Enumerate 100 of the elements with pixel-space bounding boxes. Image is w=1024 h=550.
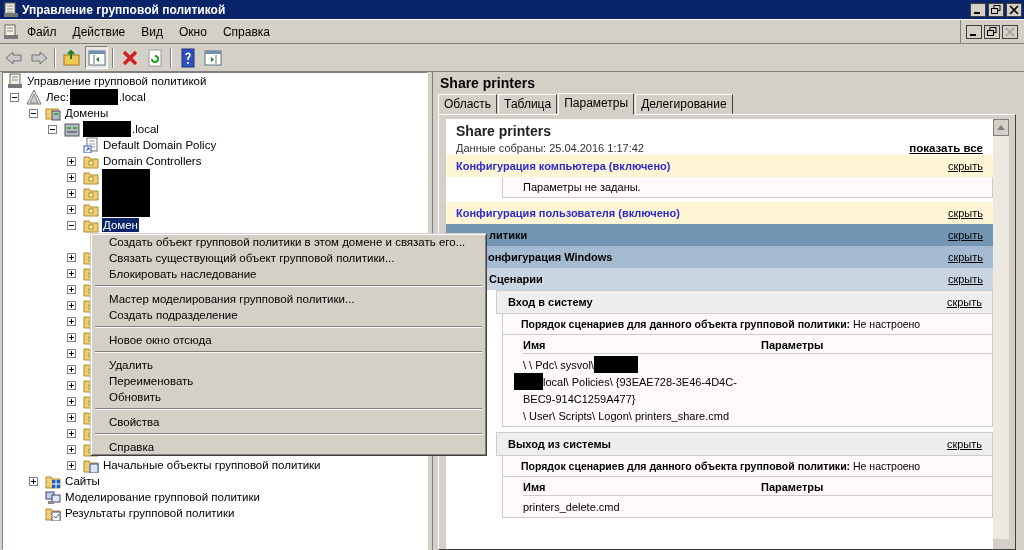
tree-item-label[interactable]: .local xyxy=(131,122,160,136)
expand-icon[interactable] xyxy=(67,172,76,182)
folder-report-icon[interactable] xyxy=(45,505,61,521)
folder-up-icon[interactable] xyxy=(61,47,82,68)
close-icon[interactable] xyxy=(1006,2,1022,17)
app-icon xyxy=(3,1,19,18)
section-title: Сценарии xyxy=(489,273,543,285)
folder-server-icon[interactable] xyxy=(45,105,61,121)
tab[interactable]: Таблица xyxy=(498,94,558,114)
tab[interactable]: Область xyxy=(438,94,498,114)
menu-item[interactable]: Вид xyxy=(133,24,171,39)
expand-icon[interactable] xyxy=(67,252,76,262)
tree-item-label[interactable]: Результаты групповой политики xyxy=(64,506,236,520)
context-menu-item[interactable]: Блокировать наследование xyxy=(94,266,483,282)
redaction-block xyxy=(593,356,638,373)
context-menu-item[interactable]: Новое окно отсюда xyxy=(94,332,483,348)
menu-item[interactable]: Файл xyxy=(19,24,65,39)
section-title: Выход из системы xyxy=(508,438,611,450)
tree-item-label[interactable]: Domain Controllers xyxy=(102,154,203,168)
script-path-text: printers_delete.cmd xyxy=(523,500,620,513)
context-menu-item[interactable]: Мастер моделирования групповой политики... xyxy=(94,291,483,307)
script-order-text: Порядок сценариев для данного объекта групповой политики: Не настроено xyxy=(503,456,992,477)
context-menu-item[interactable]: Создать объект групповой политики в этом домене и связать его... xyxy=(94,234,483,250)
minimize-icon[interactable] xyxy=(966,24,982,39)
context-menu-item[interactable]: Справка xyxy=(94,439,483,455)
expand-icon[interactable] xyxy=(67,284,76,294)
context-menu-item[interactable]: Свойства xyxy=(94,414,483,430)
folder-grid-icon[interactable] xyxy=(45,473,61,489)
tab[interactable]: Делегирование xyxy=(635,94,733,114)
expand-icon[interactable] xyxy=(67,204,76,214)
collapse-icon[interactable] xyxy=(48,124,57,134)
tree-item-label[interactable]: Управление групповой политикой xyxy=(26,74,208,88)
server-icon[interactable] xyxy=(64,121,80,137)
hide-link[interactable]: скрыть xyxy=(947,229,983,241)
collapse-icon[interactable] xyxy=(10,92,19,102)
column-header: Имя xyxy=(523,339,547,351)
close-icon[interactable] xyxy=(1002,24,1018,39)
redaction-block xyxy=(83,121,131,137)
tree-item-label[interactable]: Default Domain Policy xyxy=(102,138,218,152)
column-header: Параметры xyxy=(761,481,824,493)
expand-icon[interactable] xyxy=(67,316,76,326)
settings-note: Параметры не заданы. xyxy=(502,177,993,198)
expand-icon[interactable] xyxy=(67,348,76,358)
expand-icon[interactable] xyxy=(67,188,76,198)
menu-item[interactable]: Действие xyxy=(64,24,134,39)
action-pane-icon[interactable] xyxy=(202,47,223,68)
collapse-icon[interactable] xyxy=(67,220,76,230)
menu-item[interactable]: Справка xyxy=(214,24,278,39)
expand-icon[interactable] xyxy=(67,364,76,374)
redaction-block xyxy=(514,373,543,390)
expand-icon[interactable] xyxy=(67,156,76,166)
context-menu-item[interactable]: Создать подразделение xyxy=(94,307,483,323)
hide-link[interactable]: скрыть xyxy=(946,438,982,450)
tree-item-label[interactable]: Начальные объекты групповой политики xyxy=(102,458,322,472)
tree-item-label[interactable]: Лес: xyxy=(45,90,70,104)
script-path-text: BEC9-914C1259A477} xyxy=(523,392,636,405)
section-title: Конфигурация пользователя (включено) xyxy=(456,207,680,219)
expand-icon[interactable] xyxy=(67,332,76,342)
expand-icon[interactable] xyxy=(67,444,76,454)
expand-icon[interactable] xyxy=(67,268,76,278)
tree-item-label[interactable]: Сайты xyxy=(64,474,101,488)
context-menu-item[interactable]: Переименовать xyxy=(94,373,483,389)
collapse-icon[interactable] xyxy=(29,108,38,118)
expand-icon[interactable] xyxy=(67,380,76,390)
expand-icon[interactable] xyxy=(29,476,38,486)
tree-item-label[interactable]: Домены xyxy=(64,106,110,120)
report-title: Share printers xyxy=(455,123,552,139)
section-title: Конфигурация компьютера (включено) xyxy=(456,160,671,172)
restore-icon[interactable] xyxy=(984,24,1000,39)
tree-item-label[interactable]: Моделирование групповой политики xyxy=(64,490,261,504)
console-icon[interactable] xyxy=(7,73,23,89)
show-all-link[interactable]: показать все xyxy=(909,142,983,154)
document-link-icon[interactable] xyxy=(83,137,99,153)
minimize-icon[interactable] xyxy=(970,2,986,17)
collected-date: Данные собраны: 25.04.2016 1:17:42 xyxy=(456,142,644,154)
hide-link[interactable]: скрыть xyxy=(947,273,983,285)
tree-item-label[interactable]: .local xyxy=(117,90,147,104)
expand-icon[interactable] xyxy=(67,428,76,438)
context-menu-item[interactable]: Связать существующий объект групповой политики... xyxy=(94,250,483,266)
restore-icon[interactable] xyxy=(988,2,1004,17)
hide-link[interactable]: скрыть xyxy=(947,207,983,219)
script-path-text: \ User\ Scripts\ Logon\ printers_share.cmd xyxy=(523,409,730,422)
folder-document-icon[interactable] xyxy=(83,457,99,473)
tab[interactable]: Параметры xyxy=(558,93,635,115)
expand-icon[interactable] xyxy=(67,412,76,422)
menu-item[interactable]: Окно xyxy=(171,24,215,39)
redaction-block xyxy=(102,169,150,185)
script-order-text: Порядок сценариев для данного объекта групповой политики: Не настроено xyxy=(503,314,992,335)
context-menu-item[interactable]: Удалить xyxy=(94,357,483,373)
script-path-text: local\ Policies\ {93EAE728-3E46-4D4C- xyxy=(543,375,737,388)
expand-icon[interactable] xyxy=(67,460,76,470)
hide-link[interactable]: скрыть xyxy=(946,296,982,308)
expand-icon[interactable] xyxy=(67,396,76,406)
tree-item-label[interactable]: Домен xyxy=(102,218,139,232)
hide-link[interactable]: скрыть xyxy=(947,160,983,172)
expand-icon[interactable] xyxy=(67,300,76,310)
hide-link[interactable]: скрыть xyxy=(947,251,983,263)
show-tree-icon[interactable] xyxy=(86,47,107,68)
computers-icon[interactable] xyxy=(45,489,61,505)
context-menu-item[interactable]: Обновить xyxy=(94,389,483,405)
